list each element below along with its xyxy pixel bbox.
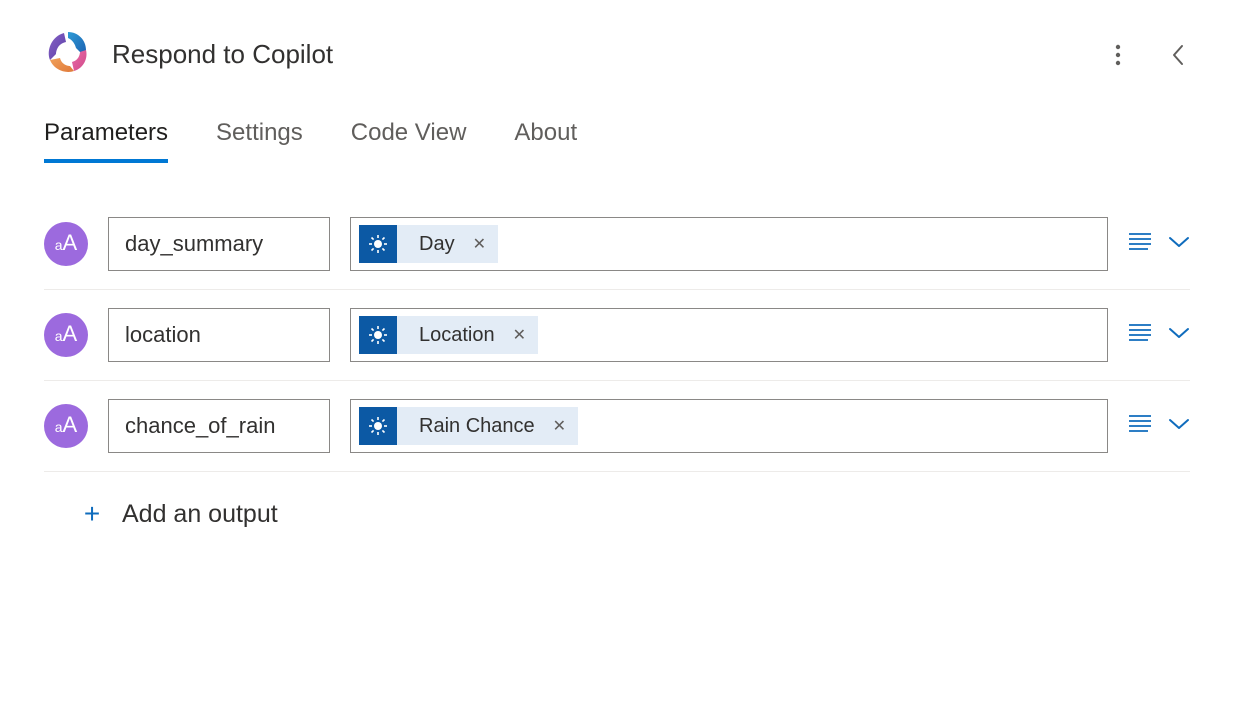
tab-parameters[interactable]: Parameters [44, 119, 168, 163]
parameters-list: aA [0, 163, 1234, 530]
tab-code-view[interactable]: Code View [351, 119, 467, 163]
parameter-row: aA [44, 290, 1190, 381]
header-actions [1102, 39, 1194, 71]
dynamic-content-token[interactable]: Rain Chance ✕ [359, 407, 578, 445]
row-actions [1128, 232, 1190, 257]
parameter-name-input[interactable] [108, 399, 330, 453]
parameter-row: aA [44, 381, 1190, 472]
weather-connector-icon [359, 225, 397, 263]
add-output-label: Add an output [122, 500, 278, 529]
tab-about[interactable]: About [514, 119, 577, 163]
token-label: Location [397, 324, 509, 347]
plus-icon: + [80, 498, 104, 530]
chevron-down-icon[interactable] [1168, 417, 1190, 436]
dynamic-content-token[interactable]: Day ✕ [359, 225, 498, 263]
weather-connector-icon [359, 407, 397, 445]
token-remove-icon[interactable]: ✕ [549, 416, 578, 436]
chevron-down-icon[interactable] [1168, 235, 1190, 254]
page-title: Respond to Copilot [112, 39, 1082, 70]
token-remove-icon[interactable]: ✕ [509, 325, 538, 345]
text-type-icon: aA [44, 313, 88, 357]
tab-settings[interactable]: Settings [216, 119, 303, 163]
dynamic-content-token[interactable]: Location ✕ [359, 316, 538, 354]
text-type-icon: aA [44, 404, 88, 448]
parameter-value-input[interactable]: Day ✕ [350, 217, 1108, 271]
token-label: Rain Chance [397, 415, 549, 438]
more-options-icon[interactable] [1102, 39, 1134, 71]
chevron-down-icon[interactable] [1168, 326, 1190, 345]
collapse-panel-icon[interactable] [1162, 39, 1194, 71]
token-remove-icon[interactable]: ✕ [469, 234, 498, 254]
weather-connector-icon [359, 316, 397, 354]
text-type-icon: aA [44, 222, 88, 266]
row-actions [1128, 414, 1190, 439]
tab-bar: Parameters Settings Code View About [0, 101, 1234, 163]
parameter-value-input[interactable]: Rain Chance ✕ [350, 399, 1108, 453]
token-label: Day [397, 233, 469, 256]
parameter-row: aA [44, 199, 1190, 290]
parameter-value-input[interactable]: Location ✕ [350, 308, 1108, 362]
copilot-logo-icon [44, 28, 92, 81]
add-output-button[interactable]: + Add an output [44, 472, 1190, 530]
parameter-name-input[interactable] [108, 217, 330, 271]
parameter-name-input[interactable] [108, 308, 330, 362]
row-actions [1128, 323, 1190, 348]
list-icon[interactable] [1128, 414, 1152, 439]
panel-header: Respond to Copilot [0, 0, 1234, 101]
list-icon[interactable] [1128, 232, 1152, 257]
list-icon[interactable] [1128, 323, 1152, 348]
